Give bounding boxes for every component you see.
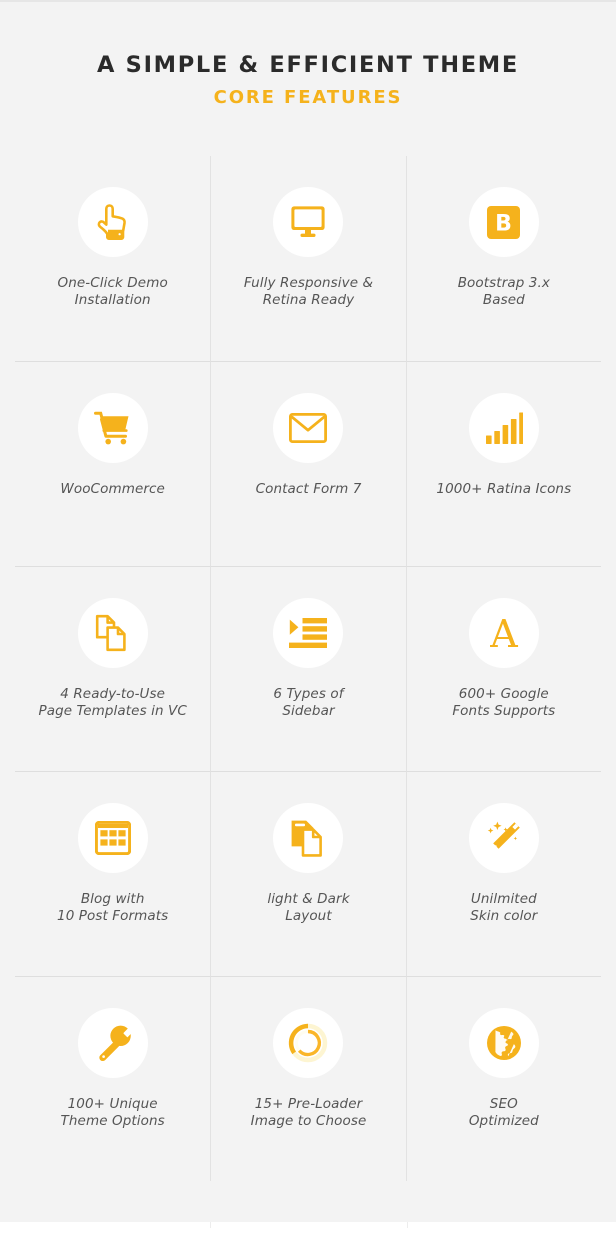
feature-cell[interactable]: Fully Responsive & Retina Ready (210, 156, 405, 361)
feature-label: One-Click Demo Installation (57, 275, 168, 308)
feature-label: Unilmited Skin color (470, 891, 538, 924)
documents-stack-icon (273, 803, 344, 873)
feature-cell[interactable]: 6 Types of Sidebar (210, 566, 406, 771)
pointing-hand-icon (77, 187, 148, 257)
footer-tick-left (210, 1222, 211, 1228)
feature-cell[interactable]: A 600+ Google Fonts Supports (405, 566, 601, 771)
feature-label: light & Dark Layout (267, 891, 350, 924)
bootstrap-b-icon: B (468, 187, 539, 257)
grid-table-icon (77, 803, 148, 873)
feature-label: 4 Ready-to-Use Page Templates in VC (38, 686, 187, 719)
features-grid: One-Click Demo Installation Fully Respon… (15, 156, 601, 1181)
feature-label: 100+ Unique Theme Options (60, 1096, 165, 1129)
feature-cell[interactable]: One-Click Demo Installation (15, 156, 210, 361)
bar-chart-icon (468, 393, 539, 463)
globe-icon (468, 1008, 539, 1078)
feature-cell[interactable]: 1000+ Ratina Icons (405, 361, 601, 566)
page-root: A SIMPLE & EFFICIENT THEME CORE FEATURES… (0, 0, 616, 1235)
feature-label: WooCommerce (60, 481, 165, 497)
svg-text:A: A (489, 615, 518, 651)
desktop-monitor-icon (273, 187, 344, 257)
feature-cell[interactable]: WooCommerce (15, 361, 211, 566)
footer-tick-right (407, 1222, 408, 1228)
feature-label: 600+ Google Fonts Supports (452, 686, 556, 719)
spinner-loader-icon (273, 1008, 344, 1078)
wrench-icon (77, 1008, 148, 1078)
feature-cell[interactable]: Unilmited Skin color (405, 771, 601, 976)
svg-text:B: B (495, 211, 512, 236)
section-heading: A SIMPLE & EFFICIENT THEME CORE FEATURES (0, 2, 616, 109)
feature-label: Contact Form 7 (255, 481, 362, 497)
feature-cell[interactable]: 15+ Pre-Loader Image to Choose (210, 976, 406, 1181)
feature-label: Blog with 10 Post Formats (57, 891, 169, 924)
feature-cell[interactable]: B Bootstrap 3.x Based (405, 156, 601, 361)
feature-cell[interactable]: SEO Optimized (405, 976, 601, 1181)
feature-cell[interactable]: 4 Ready-to-Use Page Templates in VC (15, 566, 211, 771)
feature-cell[interactable]: Contact Form 7 (210, 361, 406, 566)
magic-wand-icon (468, 803, 539, 873)
feature-label: 15+ Pre-Loader Image to Choose (250, 1096, 367, 1129)
feature-label: Fully Responsive & Retina Ready (243, 275, 374, 308)
core-features-section: A SIMPLE & EFFICIENT THEME CORE FEATURES… (0, 0, 616, 1222)
copy-pages-icon (77, 598, 148, 668)
feature-cell[interactable]: Blog with 10 Post Formats (15, 771, 211, 976)
indent-list-icon (273, 598, 344, 668)
shopping-cart-icon (77, 393, 148, 463)
footer-strip (0, 1222, 616, 1235)
feature-label: 1000+ Ratina Icons (436, 481, 572, 497)
font-letter-a-icon: A (468, 598, 539, 668)
page-title: A SIMPLE & EFFICIENT THEME (97, 52, 519, 78)
feature-label: SEO Optimized (468, 1096, 539, 1129)
envelope-icon (273, 393, 344, 463)
feature-cell[interactable]: 100+ Unique Theme Options (15, 976, 211, 1181)
feature-cell[interactable]: light & Dark Layout (210, 771, 406, 976)
feature-label: 6 Types of Sidebar (273, 686, 344, 719)
page-subtitle: CORE FEATURES (213, 87, 403, 108)
feature-label: Bootstrap 3.x Based (457, 275, 550, 308)
